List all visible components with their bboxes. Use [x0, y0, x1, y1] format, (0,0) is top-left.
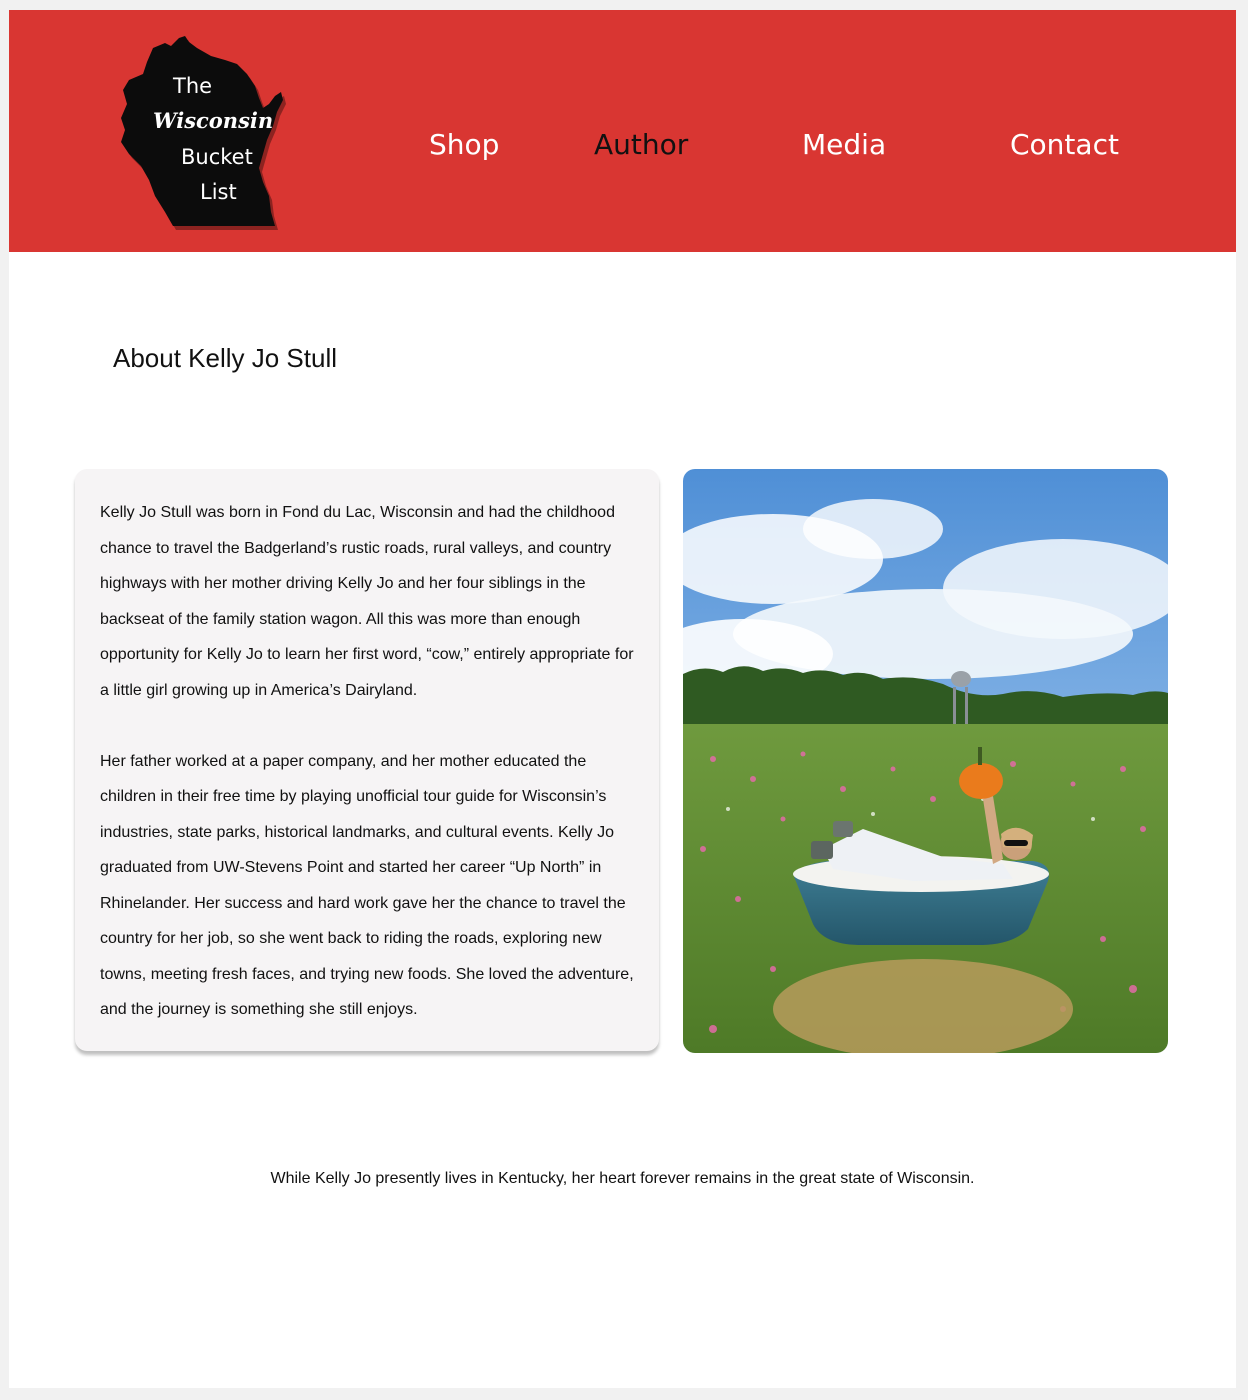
- bio-paragraph: Her father worked at a paper company, an…: [100, 752, 634, 1019]
- page-title: About Kelly Jo Stull: [113, 343, 338, 373]
- site-header: The Wisconsin Bucket List Shop Author Me…: [9, 10, 1236, 252]
- logo-text-wisconsin: Wisconsin: [153, 108, 274, 133]
- bio-paragraph: Kelly Jo Stull was born in Fond du Lac, …: [100, 504, 634, 699]
- bio-card: Kelly Jo Stull was born in Fond du Lac, …: [75, 469, 659, 1051]
- logo-text-the: The: [173, 74, 213, 98]
- site-logo[interactable]: The Wisconsin Bucket List: [113, 34, 299, 230]
- nav-link-contact[interactable]: Contact: [1010, 127, 1119, 163]
- nav-link-media[interactable]: Media: [802, 127, 886, 163]
- logo-text-bucket: Bucket: [181, 145, 253, 169]
- logo-text-list: List: [200, 180, 237, 204]
- nav-link-author[interactable]: Author: [594, 127, 688, 163]
- page: The Wisconsin Bucket List Shop Author Me…: [9, 10, 1236, 1388]
- author-photo: [683, 469, 1168, 1053]
- nav-link-shop[interactable]: Shop: [429, 127, 499, 163]
- footer-note: While Kelly Jo presently lives in Kentuc…: [270, 1170, 975, 1187]
